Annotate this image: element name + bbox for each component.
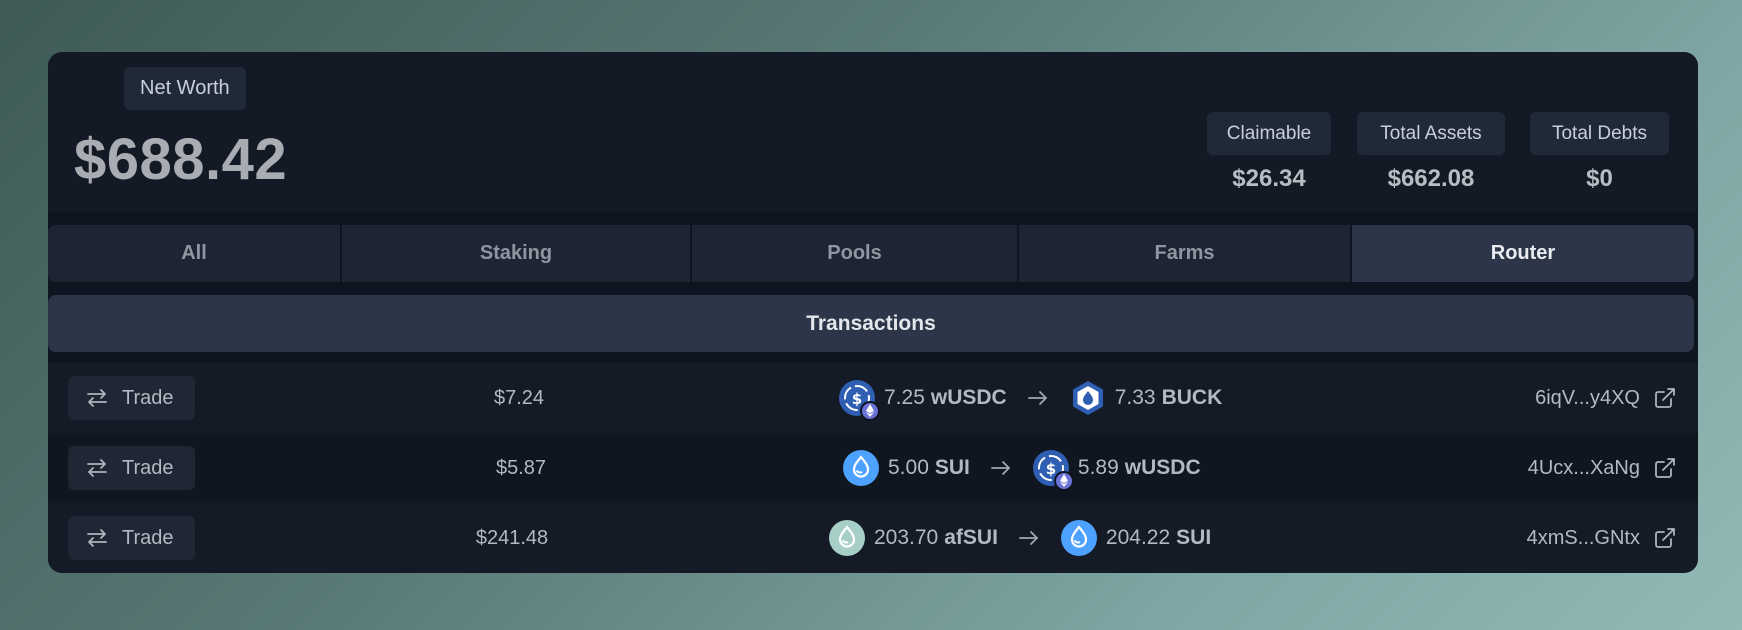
swap-arrows-icon [86,458,108,478]
stat-total-debts-value: $0 [1586,165,1613,192]
trade-type-label: Trade [122,456,174,479]
transaction-row: Trade $7.24 $ 7.25 wUSDC 7.33 BUCK 6iqV. [48,363,1698,433]
sui-token-icon [1060,519,1098,557]
to-symbol: SUI [1176,526,1212,549]
tab-farms[interactable]: Farms [1019,225,1352,282]
trade-type-label: Trade [122,526,174,549]
transaction-usd-value: $5.87 [495,457,547,479]
tab-pools[interactable]: Pools [692,225,1019,282]
transaction-hash: 4Ucx...XaNg [1527,456,1640,479]
transactions-heading: Transactions [48,295,1694,352]
net-worth-value: $688.42 [74,127,288,192]
stat-claimable: Claimable $26.34 [1207,112,1331,193]
wusdc-token-icon: $ [838,379,880,421]
portfolio-card: Net Worth $688.42 Claimable $26.34 Total… [48,52,1698,573]
from-symbol: afSUI [944,526,998,549]
trade-type-button[interactable]: Trade [68,516,195,560]
swap-arrows-icon [86,388,108,408]
external-link-icon[interactable] [1654,527,1676,549]
wusdc-token-icon: $ [1032,449,1074,491]
from-amount: 7.25 [884,386,925,409]
arrow-right-icon [1018,530,1040,546]
arrow-right-icon [1027,390,1049,406]
arrow-right-icon [990,460,1012,476]
swap-details: 5.00 SUI $ 5.89 wUSDC [842,433,1201,503]
from-symbol: wUSDC [930,386,1007,409]
tab-staking[interactable]: Staking [342,225,692,282]
stat-total-assets: Total Assets $662.08 [1357,112,1505,193]
transaction-row: Trade $241.48 203.70 afSUI 204.22 SUI 4x… [48,503,1698,573]
from-amount: 5.00 [888,456,929,479]
net-worth-label: Net Worth [124,67,246,110]
to-symbol: BUCK [1161,386,1223,409]
buck-token-icon [1069,379,1107,417]
trade-type-button[interactable]: Trade [68,446,195,490]
transaction-hash: 6iqV...y4XQ [1535,386,1640,409]
category-tabs: All Staking Pools Farms Router [48,225,1694,282]
tab-all[interactable]: All [48,225,342,282]
transaction-hash: 4xmS...GNtx [1526,526,1640,549]
from-symbol: SUI [934,456,970,479]
stat-claimable-value: $26.34 [1232,165,1306,192]
stat-total-assets-value: $662.08 [1387,165,1475,192]
swap-details: $ 7.25 wUSDC 7.33 BUCK [838,363,1222,433]
external-link-icon[interactable] [1654,457,1676,479]
stat-claimable-label: Claimable [1207,112,1331,155]
transaction-hash-link[interactable]: 6iqV...y4XQ [1535,363,1676,433]
from-amount: 203.70 [874,526,939,549]
swap-details: 203.70 afSUI 204.22 SUI [828,503,1211,573]
trade-type-button[interactable]: Trade [68,376,195,420]
transaction-hash-link[interactable]: 4Ucx...XaNg [1528,433,1676,503]
portfolio-header: Net Worth $688.42 Claimable $26.34 Total… [48,52,1698,212]
tab-router[interactable]: Router [1352,225,1694,282]
afsui-token-icon [828,519,866,557]
to-symbol: wUSDC [1124,456,1201,479]
sui-token-icon [842,449,880,487]
transaction-usd-value: $7.24 [493,387,545,409]
svg-text:$: $ [1046,460,1056,478]
stat-total-debts: Total Debts $0 [1530,112,1669,193]
transaction-usd-value: $241.48 [475,527,549,549]
trade-type-label: Trade [122,386,174,409]
transaction-hash-link[interactable]: 4xmS...GNtx [1527,503,1676,573]
stat-total-debts-label: Total Debts [1530,112,1669,155]
transaction-row: Trade $5.87 5.00 SUI $ 5.89 wUSDC 4Ucx.. [48,433,1698,503]
svg-text:$: $ [852,390,862,408]
external-link-icon[interactable] [1654,387,1676,409]
transactions-list: Trade $7.24 $ 7.25 wUSDC 7.33 BUCK 6iqV. [48,363,1698,573]
swap-arrows-icon [86,528,108,548]
stat-total-assets-label: Total Assets [1357,112,1505,155]
to-amount: 204.22 [1105,526,1171,549]
to-amount: 7.33 [1114,386,1156,409]
to-amount: 5.89 [1077,456,1119,479]
